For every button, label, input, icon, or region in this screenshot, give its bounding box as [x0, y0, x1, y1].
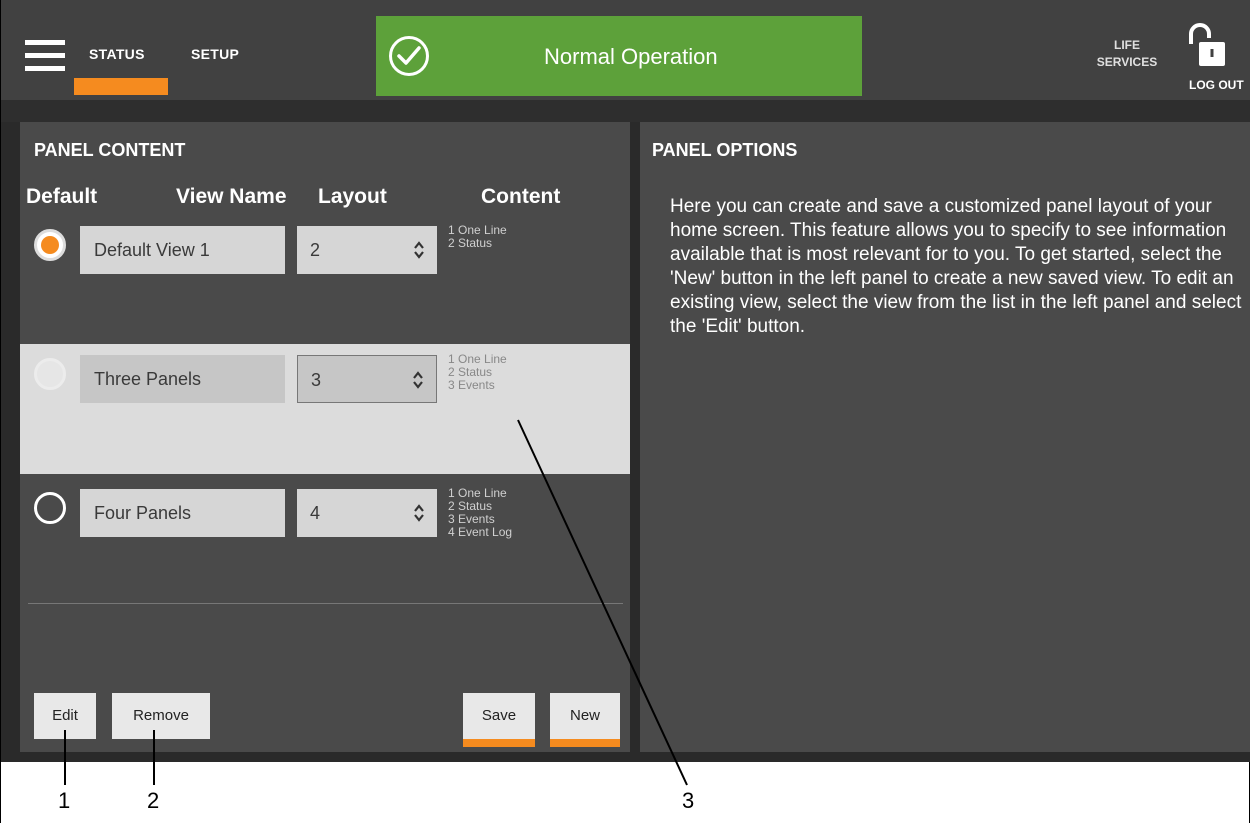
callout-number-3: 3	[682, 788, 695, 813]
panel-content-title: PANEL CONTENT	[34, 140, 186, 160]
screenshot-frame: STATUS SETUP Normal Operation LIFE SERVI…	[0, 0, 1250, 823]
panel-options-section: PANEL OPTIONS Here you can create and sa…	[640, 122, 1250, 752]
top-bar: STATUS SETUP Normal Operation LIFE SERVI…	[1, 0, 1250, 100]
column-header-content: Content	[481, 185, 561, 208]
life-services-line2: SERVICES	[1096, 55, 1158, 69]
column-header-view-name: View Name	[176, 185, 287, 208]
life-services-line1: LIFE	[1114, 38, 1140, 52]
view-row-highlighted[interactable]: Three Panels 3 1 One Line 2 Status 3 Eve…	[20, 344, 630, 474]
callout-number-2: 2	[147, 788, 160, 813]
remove-button[interactable]: Remove	[112, 693, 210, 739]
view-row[interactable]: Default View 1 2 1 One Line 2 Status	[20, 215, 630, 345]
content-list: 1 One Line 2 Status 3 Events 4 Event Log	[448, 487, 512, 539]
default-radio[interactable]	[34, 358, 66, 390]
new-button[interactable]: New	[550, 693, 620, 747]
layout-select[interactable]: 3	[297, 355, 437, 403]
logout-button[interactable]: LOG OUT	[1189, 78, 1244, 92]
save-button[interactable]: Save	[463, 693, 535, 747]
view-name-field[interactable]: Four Panels	[80, 489, 285, 537]
tab-setup[interactable]: SETUP	[191, 46, 239, 62]
content-list: 1 One Line 2 Status	[448, 224, 507, 250]
panel-content-section: PANEL CONTENT Default View Name Layout C…	[20, 122, 630, 752]
default-radio[interactable]	[34, 492, 66, 524]
tab-status[interactable]: STATUS	[89, 46, 145, 62]
header-divider-strip	[1, 100, 1250, 122]
select-arrows-icon	[414, 504, 424, 522]
content-list: 1 One Line 2 Status 3 Events	[448, 353, 507, 392]
layout-select[interactable]: 4	[297, 489, 437, 537]
save-button-accent	[463, 739, 535, 747]
new-button-label: New	[569, 707, 600, 724]
column-header-layout: Layout	[318, 185, 387, 208]
list-divider	[28, 603, 623, 604]
life-services-button[interactable]: LIFE SERVICES	[1089, 37, 1165, 71]
content-item: 2 Status	[448, 236, 493, 250]
default-radio-selected[interactable]	[34, 229, 66, 261]
layout-value: 3	[311, 370, 322, 390]
layout-value: 4	[310, 503, 321, 523]
new-button-accent	[550, 739, 620, 747]
column-header-default: Default	[26, 185, 98, 208]
active-tab-indicator	[74, 78, 168, 95]
edit-button[interactable]: Edit	[34, 693, 96, 739]
select-arrows-icon	[414, 241, 424, 259]
view-name-field[interactable]: Three Panels	[80, 355, 285, 403]
select-arrows-icon	[413, 371, 423, 389]
hamburger-menu-icon[interactable]	[25, 40, 65, 72]
status-banner: Normal Operation	[376, 16, 862, 96]
check-circle-icon	[389, 36, 429, 76]
view-row[interactable]: Four Panels 4 1 One Line 2 Status 3 Even…	[20, 478, 630, 608]
panel-options-description: Here you can create and save a customize…	[670, 196, 1242, 337]
content-item: 4 Event Log	[448, 525, 513, 539]
panel-options-title: PANEL OPTIONS	[652, 140, 798, 160]
layout-select[interactable]: 2	[297, 226, 437, 274]
save-button-label: Save	[481, 707, 517, 724]
layout-value: 2	[310, 240, 321, 260]
content-item: 3 Events	[448, 378, 495, 392]
view-name-field[interactable]: Default View 1	[80, 226, 285, 274]
unlock-icon[interactable]	[1187, 22, 1227, 68]
callout-number-1: 1	[58, 788, 71, 813]
status-text: Normal Operation	[544, 44, 718, 69]
